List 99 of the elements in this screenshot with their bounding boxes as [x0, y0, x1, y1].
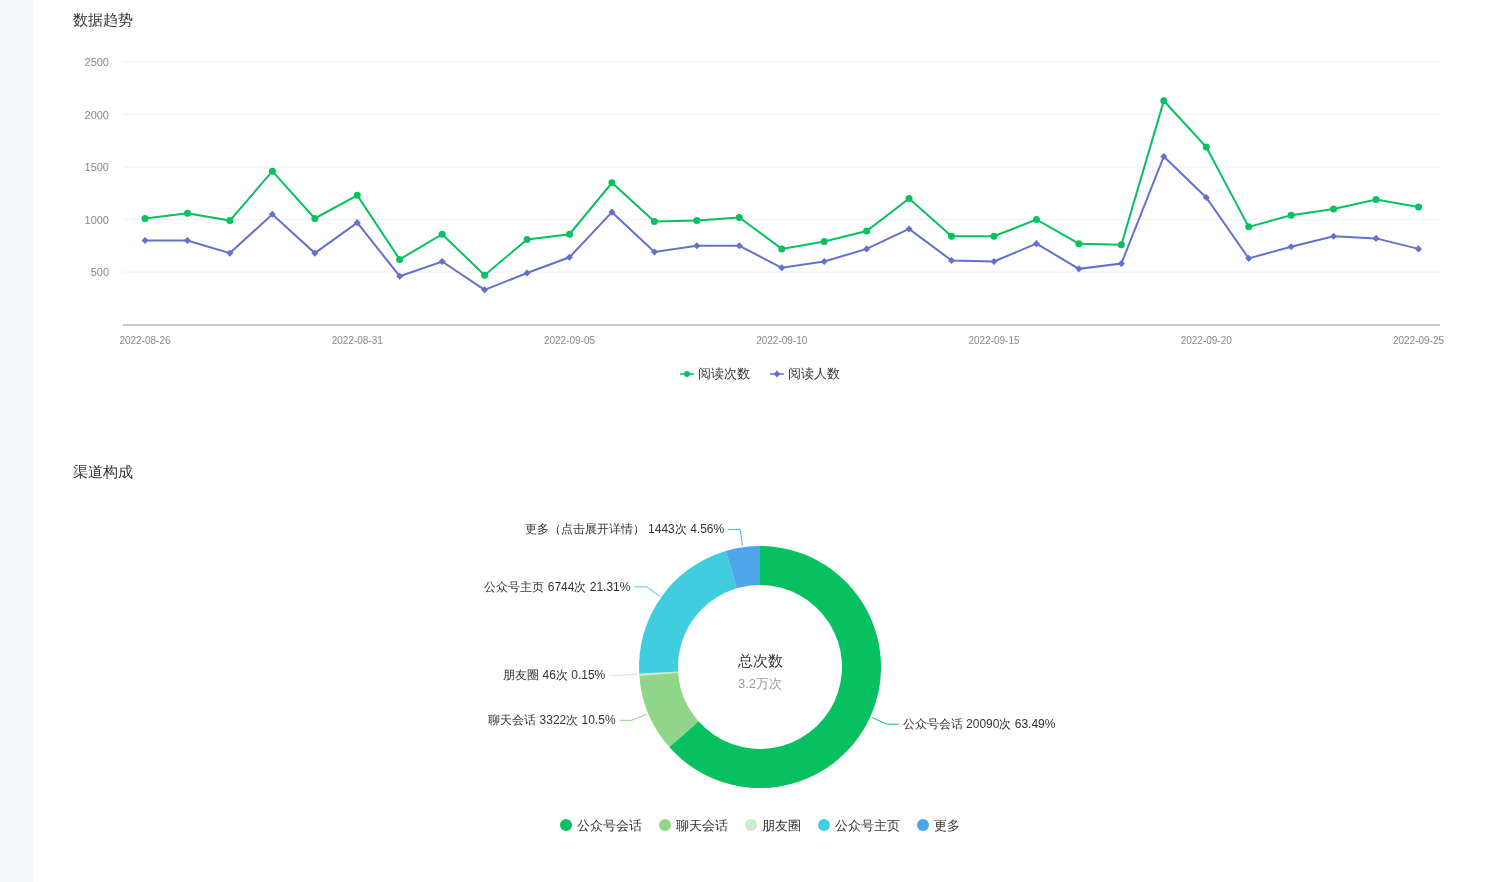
donut-slice[interactable]	[638, 550, 737, 674]
data-point	[1330, 232, 1338, 240]
section-title: 数据趋势	[72, 10, 134, 30]
y-axis-label: 2500	[84, 56, 109, 68]
data-point	[523, 269, 531, 277]
data-point	[693, 217, 701, 225]
data-point	[1032, 216, 1040, 223]
data-point	[1075, 265, 1083, 273]
donut-slice[interactable]	[668, 545, 881, 788]
data-point	[183, 209, 191, 217]
x-axis-label: 2022-09-15	[968, 335, 1020, 346]
data-point	[1330, 205, 1338, 213]
data-point	[1287, 243, 1295, 251]
data-point	[693, 242, 701, 250]
data-point	[438, 230, 446, 238]
data-point	[481, 271, 489, 279]
slice-label: 公众号主页 6744次 21.31%	[483, 579, 630, 594]
leader-line	[618, 713, 647, 721]
donut-slice[interactable]	[725, 545, 760, 588]
data-point	[1414, 245, 1423, 253]
data-point	[1372, 234, 1380, 242]
donut-slice[interactable]	[638, 671, 699, 747]
data-point	[990, 257, 998, 266]
data-point	[396, 272, 404, 280]
x-axis-label: 2022-09-05	[543, 335, 596, 346]
legend-label[interactable]: 更多	[933, 815, 960, 835]
leader-line	[633, 585, 660, 597]
data-point	[565, 253, 574, 261]
data-point	[735, 242, 743, 250]
data-point	[863, 245, 871, 253]
legend-label[interactable]: 聊天会话	[675, 815, 728, 835]
data-point	[353, 219, 361, 227]
data-point	[948, 232, 956, 240]
data-point	[226, 249, 234, 257]
data-point	[1160, 152, 1168, 161]
data-point	[481, 286, 489, 294]
y-axis-label: 500	[90, 266, 109, 278]
data-point	[1372, 196, 1380, 204]
center-value: 3.2万次	[737, 675, 782, 691]
data-point	[1117, 260, 1125, 268]
data-point	[778, 264, 786, 272]
slice-label: 更多（点击展开详情） 1443次 4.56%	[524, 521, 724, 536]
data-point	[650, 248, 658, 256]
data-point	[608, 179, 616, 187]
data-point	[1245, 223, 1253, 231]
data-point	[396, 255, 404, 263]
legend-label[interactable]: 朋友圈	[761, 815, 801, 835]
center-title: 总次数	[737, 651, 782, 669]
x-axis-label: 2022-09-20	[1180, 335, 1232, 346]
data-point	[1160, 97, 1168, 105]
leader-line	[871, 716, 899, 725]
data-point	[438, 257, 446, 266]
data-point	[311, 249, 319, 257]
data-point	[1287, 211, 1295, 219]
data-point	[353, 191, 361, 199]
legend-label[interactable]: 公众号会话	[576, 815, 642, 835]
section-title: 渠道构成	[72, 461, 134, 482]
data-point	[1202, 193, 1210, 201]
y-axis-label: 2000	[84, 108, 109, 121]
data-point	[735, 213, 743, 221]
data-point	[1245, 254, 1253, 262]
y-axis-label: 1000	[84, 213, 109, 226]
leader-line	[727, 528, 743, 546]
data-point	[820, 238, 828, 246]
data-point	[990, 232, 998, 240]
data-point	[905, 195, 913, 202]
data-point	[608, 208, 616, 216]
x-axis-label: 2022-09-25	[1392, 335, 1445, 346]
data-point	[226, 217, 234, 225]
x-axis-label: 2022-09-10	[756, 335, 808, 346]
data-point	[778, 245, 786, 253]
data-point	[141, 214, 149, 222]
slice-label: 公众号会话 20090次 63.49%	[902, 716, 1055, 731]
data-point	[820, 257, 828, 266]
data-point	[1075, 240, 1083, 248]
data-point	[1415, 203, 1422, 211]
slice-label: 聊天会话 3322次 10.5%	[487, 712, 616, 727]
data-point	[268, 167, 276, 175]
data-point	[1032, 240, 1040, 248]
slice-label: 朋友圈 46次 0.15%	[502, 667, 605, 682]
data-point	[141, 236, 149, 245]
data-point	[311, 214, 319, 222]
y-axis-label: 1500	[84, 161, 109, 173]
legend-label[interactable]: 阅读次数	[697, 364, 750, 384]
data-point	[566, 230, 573, 238]
data-point	[523, 235, 531, 243]
data-point	[905, 225, 913, 233]
data-point	[268, 210, 276, 218]
data-point	[863, 227, 871, 235]
data-point	[1117, 241, 1125, 249]
data-point	[948, 256, 956, 264]
x-axis-label: 2022-08-31	[331, 335, 383, 346]
legend-label[interactable]: 阅读人数	[787, 364, 840, 384]
data-point	[1202, 143, 1210, 151]
data-point	[650, 218, 658, 226]
data-point	[183, 236, 191, 245]
leader-line	[608, 673, 638, 676]
legend-label[interactable]: 公众号主页	[834, 815, 900, 835]
x-axis-label: 2022-08-26	[119, 335, 171, 346]
